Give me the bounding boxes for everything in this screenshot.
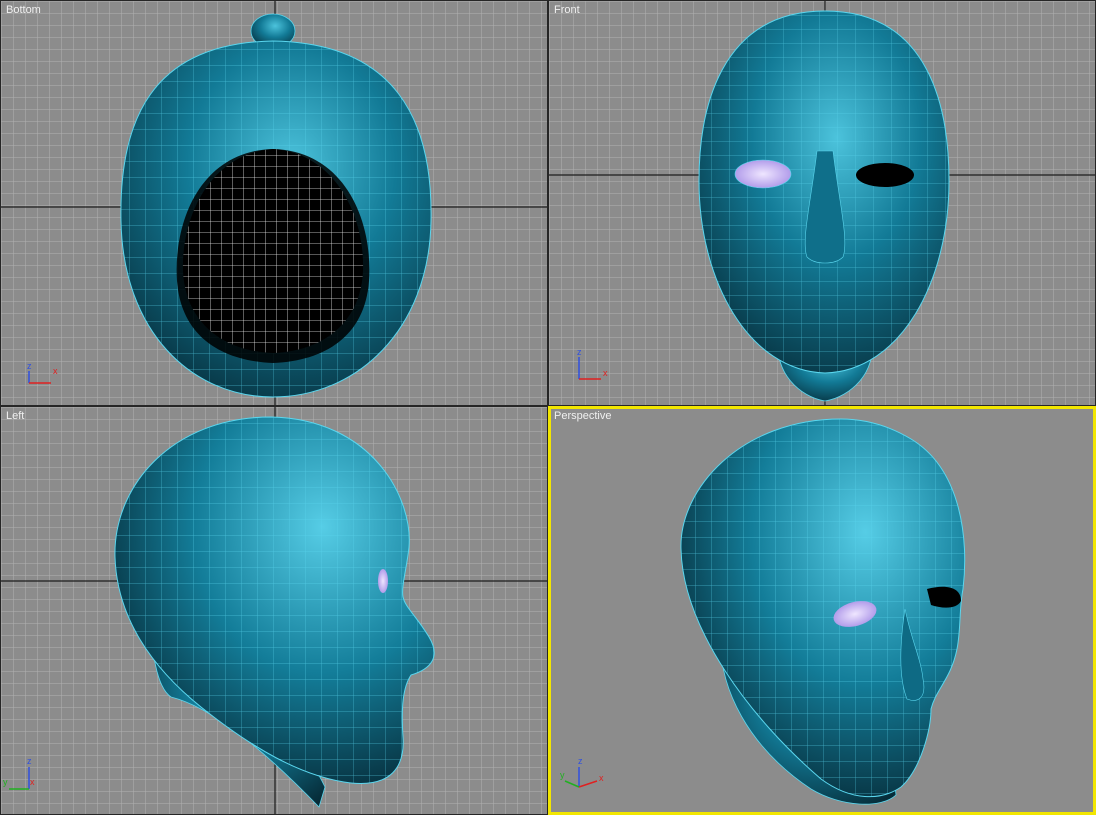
axis-tripod-icon: z y x bbox=[3, 756, 35, 790]
head-model-perspective bbox=[680, 418, 966, 805]
axis-label-z: z bbox=[577, 347, 582, 357]
axis-label-z: z bbox=[27, 756, 32, 766]
head-model-front bbox=[698, 10, 950, 402]
eye bbox=[378, 569, 388, 593]
left-view-scene: z y x bbox=[1, 407, 547, 814]
axis-label-x: x bbox=[603, 368, 608, 378]
left-eye bbox=[734, 159, 792, 189]
axis-label-z: z bbox=[578, 756, 583, 766]
viewport-label-front[interactable]: Front bbox=[554, 4, 580, 16]
viewport-front[interactable]: z x Front bbox=[548, 0, 1096, 406]
head-model-left bbox=[114, 416, 435, 808]
axis-tripod-icon: z x bbox=[27, 361, 58, 384]
viewport-left[interactable]: z y x Left bbox=[0, 406, 548, 815]
axis-label-x: x bbox=[599, 773, 604, 783]
axis-label-y: y bbox=[3, 777, 8, 787]
perspective-view-scene: z y x bbox=[560, 418, 966, 805]
front-view-scene: z x bbox=[549, 1, 1095, 405]
viewport-perspective[interactable]: z y x Perspective bbox=[548, 406, 1096, 815]
axis-label-x: x bbox=[53, 366, 58, 376]
viewport-label-bottom[interactable]: Bottom bbox=[6, 4, 41, 16]
axis-label-y: y bbox=[560, 770, 565, 780]
viewport-label-left[interactable]: Left bbox=[6, 410, 24, 422]
axis-label-x: x bbox=[30, 777, 35, 787]
viewport-label-perspective[interactable]: Perspective bbox=[554, 410, 611, 422]
axis-label-z: z bbox=[27, 361, 32, 371]
head-model-bottom bbox=[120, 13, 432, 398]
viewport-bottom[interactable]: z x Bottom bbox=[0, 0, 548, 406]
axis-tripod-icon: z x bbox=[577, 347, 608, 380]
bottom-view-scene: z x bbox=[1, 1, 547, 405]
right-eye-socket bbox=[856, 163, 914, 187]
axis-tripod-icon: z y x bbox=[560, 756, 604, 788]
